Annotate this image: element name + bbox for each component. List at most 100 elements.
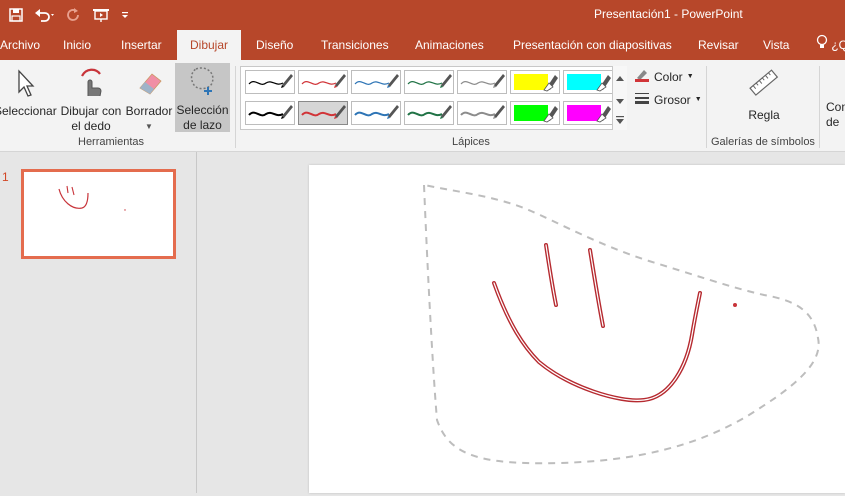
pen-swatch[interactable] xyxy=(351,70,401,94)
tab-diseno[interactable]: Diseño xyxy=(250,30,299,60)
highlighter-swatch[interactable] xyxy=(563,101,613,125)
select-label: Seleccionar xyxy=(0,104,57,118)
ruler-label: Regla xyxy=(748,108,780,122)
group-label-galerias: Galerías de símbolos xyxy=(711,136,815,148)
convert-button[interactable]: Con de xyxy=(826,100,845,130)
gallery-up-icon[interactable] xyxy=(616,70,624,84)
tab-transiciones[interactable]: Transiciones xyxy=(315,30,395,60)
select-button[interactable]: Seleccionar xyxy=(0,64,57,119)
tell-me-label: ¿Q xyxy=(831,38,845,52)
group-divider xyxy=(819,66,820,148)
pen-icon xyxy=(460,105,505,119)
tab-animaciones[interactable]: Animaciones xyxy=(409,30,490,60)
pen-swatch[interactable] xyxy=(457,70,507,94)
color-label: Color xyxy=(654,69,683,84)
color-button[interactable]: Color ▼ xyxy=(634,68,694,85)
finger-draw-icon xyxy=(58,64,124,98)
ruler-icon xyxy=(735,64,793,98)
slide-drawing xyxy=(423,184,820,465)
pen-swatch[interactable] xyxy=(457,101,507,125)
thickness-button[interactable]: Grosor ▼ xyxy=(634,91,702,108)
lightbulb-icon xyxy=(816,31,828,61)
gallery-down-icon[interactable] xyxy=(616,94,624,108)
convert-line1: Con xyxy=(826,100,845,114)
quick-access-toolbar xyxy=(8,4,130,26)
pen-swatch[interactable] xyxy=(404,101,454,125)
pen-icon xyxy=(301,74,346,88)
title-bar: Presentación1 - PowerPoint xyxy=(0,0,845,30)
thickness-label: Grosor xyxy=(654,92,691,107)
undo-icon[interactable] xyxy=(34,7,56,23)
thumbnail-drawing xyxy=(58,185,126,211)
chevron-down-icon: ▼ xyxy=(686,73,694,80)
chevron-down-icon: ▼ xyxy=(694,96,702,103)
ink-stroke-right xyxy=(588,248,605,328)
pen-icon xyxy=(460,74,505,88)
group-divider xyxy=(706,66,707,148)
pen-icon xyxy=(354,105,399,119)
lasso-select-button[interactable]: Selección de lazo xyxy=(175,63,230,132)
pen-swatch[interactable] xyxy=(351,101,401,125)
pen-color-icon xyxy=(634,68,650,85)
convert-line2: de xyxy=(826,115,840,129)
highlighter-icon xyxy=(514,74,558,92)
pen-swatch[interactable] xyxy=(404,70,454,94)
eraser-label: Borrador xyxy=(125,104,173,118)
ink-dot xyxy=(733,303,737,307)
pen-swatch[interactable] xyxy=(245,70,295,94)
ruler-button[interactable]: Regla xyxy=(735,64,793,123)
tab-vista[interactable]: Vista xyxy=(757,30,795,60)
tab-inicio[interactable]: Inicio xyxy=(57,30,97,60)
draw-with-touch-button[interactable]: Dibujar con el dedo xyxy=(58,64,124,134)
pen-swatch[interactable] xyxy=(298,70,348,94)
lasso-line2: de lazo xyxy=(183,118,222,132)
slide-thumbnail[interactable] xyxy=(21,169,176,259)
start-from-beginning-icon[interactable] xyxy=(92,7,110,23)
ribbon: Seleccionar Dibujar con el dedo Borrador… xyxy=(0,60,845,152)
group-divider xyxy=(235,66,236,148)
highlighter-swatch[interactable] xyxy=(510,70,560,94)
slide-canvas[interactable] xyxy=(309,165,845,493)
tab-insertar[interactable]: Insertar xyxy=(115,30,168,60)
eraser-button[interactable]: Borrador ▼ xyxy=(124,64,174,134)
highlighter-icon xyxy=(567,74,611,92)
window-title: Presentación1 - PowerPoint xyxy=(594,7,743,21)
tab-presentacion[interactable]: Presentación con diapositivas xyxy=(507,30,678,60)
pen-icon xyxy=(248,74,293,88)
customize-qat-icon[interactable] xyxy=(120,7,130,23)
group-label-lapices: Lápices xyxy=(452,136,490,148)
draw-line2: el dedo xyxy=(71,119,111,133)
highlighter-icon xyxy=(567,105,611,123)
chevron-down-icon: ▼ xyxy=(145,122,153,131)
lasso-selection-path xyxy=(423,184,820,465)
gallery-more-icon[interactable] xyxy=(616,114,624,128)
thickness-icon xyxy=(634,91,650,108)
pens-gallery xyxy=(240,66,626,130)
gallery-scrollbar xyxy=(612,66,627,130)
tab-dibujar[interactable]: Dibujar xyxy=(177,30,241,60)
pen-swatch[interactable] xyxy=(245,101,295,125)
cursor-icon xyxy=(0,64,56,98)
redo-icon[interactable] xyxy=(66,7,82,23)
highlighter-swatch[interactable] xyxy=(510,101,560,125)
pen-icon xyxy=(407,74,452,88)
save-icon[interactable] xyxy=(8,7,24,23)
group-label-herramientas: Herramientas xyxy=(78,136,145,148)
pen-icon xyxy=(354,74,399,88)
draw-line1: Dibujar con xyxy=(60,104,122,118)
tab-archivo[interactable]: Archivo xyxy=(0,30,46,60)
pen-swatch[interactable] xyxy=(298,101,348,125)
highlighter-swatch[interactable] xyxy=(563,70,613,94)
eraser-icon xyxy=(124,64,174,98)
lasso-icon xyxy=(175,63,230,97)
ink-stroke-left xyxy=(544,243,558,307)
pen-icon xyxy=(248,105,293,119)
pen-icon xyxy=(407,105,452,119)
slide-number: 1 xyxy=(2,170,9,184)
tell-me-box[interactable]: ¿Q xyxy=(812,30,845,60)
pane-divider[interactable] xyxy=(196,152,197,493)
tab-revisar[interactable]: Revisar xyxy=(692,30,745,60)
lasso-line1: Selección xyxy=(176,103,229,117)
ribbon-tabs: Archivo Inicio Insertar Dibujar Diseño T… xyxy=(0,30,845,60)
highlighter-icon xyxy=(514,105,558,123)
